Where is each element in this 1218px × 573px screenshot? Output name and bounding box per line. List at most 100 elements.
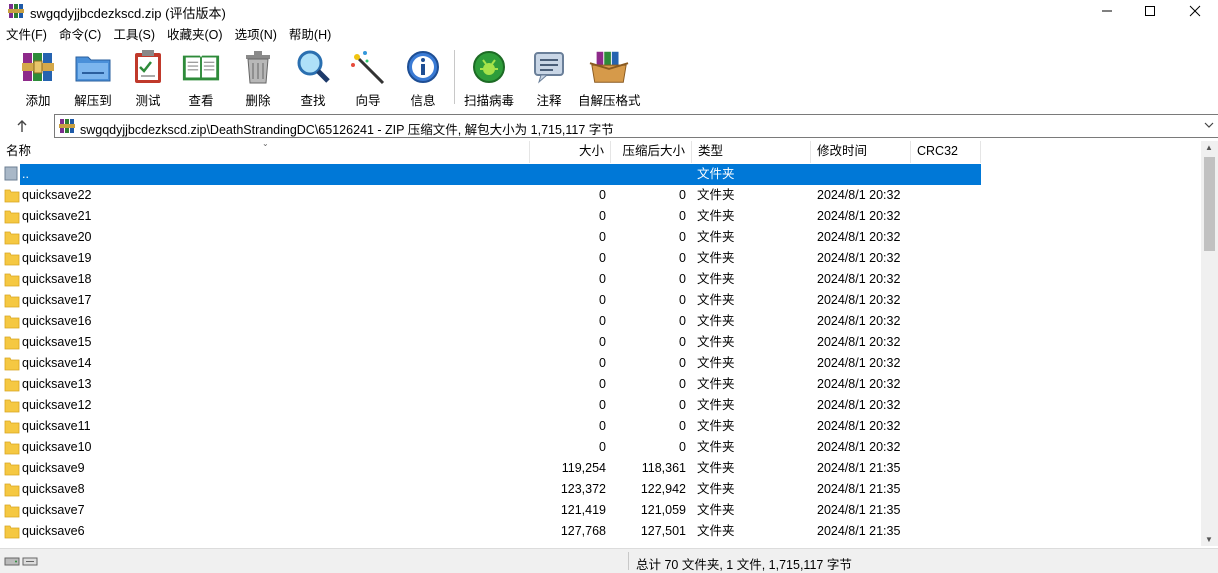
status-text: 总计 70 文件夹, 1 文件, 1,715,117 字节	[636, 558, 852, 572]
row-size: 0	[599, 419, 606, 433]
folder-icon	[4, 189, 20, 203]
row-size: 0	[599, 272, 606, 286]
chevron-down-icon[interactable]	[1204, 120, 1214, 130]
folder-icon	[4, 273, 20, 287]
row-type: 文件夹	[697, 230, 735, 244]
extract-to-button[interactable]: 解压到	[73, 48, 113, 109]
folder-icon	[4, 252, 20, 266]
test-button[interactable]: 测试	[128, 48, 168, 109]
minimize-icon	[1102, 10, 1112, 12]
status-bar: 总计 70 文件夹, 1 文件, 1,715,117 字节	[0, 548, 1218, 573]
row-name: quicksave11	[22, 419, 91, 433]
row-type: 文件夹	[697, 209, 735, 223]
vertical-scrollbar[interactable]: ▲ ▼	[1201, 141, 1218, 546]
row-packed: 0	[679, 419, 686, 433]
add-button[interactable]: 添加	[18, 48, 58, 109]
window-title: swgqdyjjbcdezkscd.zip (评估版本)	[30, 6, 226, 21]
row-name: quicksave13	[22, 377, 92, 391]
toolbar-separator	[454, 50, 455, 104]
virus-scan-icon	[473, 51, 505, 83]
table-row[interactable]: quicksave14 0 0 文件夹 2024/8/1 20:32	[0, 353, 981, 374]
table-row[interactable]: quicksave17 0 0 文件夹 2024/8/1 20:32	[0, 290, 981, 311]
table-row[interactable]: quicksave22 0 0 文件夹 2024/8/1 20:32	[0, 185, 981, 206]
menu-favorites[interactable]: 收藏夹(O)	[161, 25, 229, 45]
close-icon	[1189, 5, 1201, 17]
menu-options[interactable]: 选项(N)	[229, 25, 283, 45]
row-mtime: 2024/8/1 20:32	[817, 356, 901, 370]
folder-icon	[4, 483, 20, 497]
table-row[interactable]: quicksave13 0 0 文件夹 2024/8/1 20:32	[0, 374, 981, 395]
table-row[interactable]: quicksave12 0 0 文件夹 2024/8/1 20:32	[0, 395, 981, 416]
maximize-button[interactable]	[1127, 0, 1173, 22]
wizard-button[interactable]: 向导	[348, 48, 388, 109]
row-packed: 0	[679, 440, 686, 454]
table-row[interactable]: quicksave11 0 0 文件夹 2024/8/1 20:32	[0, 416, 981, 437]
row-mtime: 2024/8/1 20:32	[817, 251, 901, 265]
table-row[interactable]: quicksave8 123,372 122,942 文件夹 2024/8/1 21:3…	[0, 479, 981, 500]
sfx-button[interactable]: 自解压格式	[578, 48, 641, 109]
column-type[interactable]: 类型	[692, 141, 811, 163]
row-packed: 122,942	[640, 482, 686, 496]
find-button[interactable]: 查找	[293, 48, 333, 109]
row-packed: 0	[679, 251, 686, 265]
path-field[interactable]: swgqdyjjbcdezkscd.zip\DeathStrandingDC\6…	[54, 114, 1218, 138]
menu-help[interactable]: 帮助(H)	[283, 25, 337, 45]
up-folder-button[interactable]	[8, 116, 36, 136]
folder-icon	[4, 357, 20, 371]
row-mtime: 2024/8/1 20:32	[817, 398, 901, 412]
view-button[interactable]: 查看	[181, 48, 221, 109]
row-name: quicksave20	[22, 230, 92, 244]
row-packed: 0	[679, 209, 686, 223]
key-icon[interactable]	[22, 554, 38, 568]
table-row[interactable]: quicksave19 0 0 文件夹 2024/8/1 20:32	[0, 248, 981, 269]
menu-tools[interactable]: 工具(S)	[107, 25, 161, 45]
parent-row[interactable]: .. 文件夹	[20, 164, 981, 185]
menu-commands[interactable]: 命令(C)	[53, 25, 107, 45]
row-size: 0	[599, 398, 606, 412]
sfx-box-icon	[589, 51, 629, 83]
row-mtime: 2024/8/1 20:32	[817, 440, 901, 454]
table-row[interactable]: quicksave18 0 0 文件夹 2024/8/1 20:32	[0, 269, 981, 290]
row-size: 121,419	[560, 503, 606, 517]
table-row[interactable]: quicksave16 0 0 文件夹 2024/8/1 20:32	[0, 311, 981, 332]
row-mtime: 2024/8/1 21:35	[817, 461, 901, 475]
table-row[interactable]: quicksave15 0 0 文件夹 2024/8/1 20:32	[0, 332, 981, 353]
scroll-down-icon[interactable]: ▼	[1205, 535, 1213, 544]
scan-virus-button[interactable]: 扫描病毒	[464, 48, 514, 109]
scroll-thumb[interactable]	[1204, 157, 1215, 251]
table-row[interactable]: quicksave6 127,768 127,501 文件夹 2024/8/1 21:3…	[0, 521, 981, 542]
row-mtime: 2024/8/1 20:32	[817, 293, 901, 307]
folder-icon	[4, 336, 20, 350]
row-name: quicksave17	[22, 293, 92, 307]
disk-icon[interactable]	[4, 554, 20, 568]
folder-icon	[4, 441, 20, 455]
maximize-icon	[1145, 6, 1155, 16]
column-packed[interactable]: 压缩后大小	[611, 141, 692, 163]
menu-file[interactable]: 文件(F)	[0, 25, 53, 45]
row-size: 0	[599, 230, 606, 244]
add-archive-icon	[22, 53, 54, 81]
row-type: 文件夹	[697, 482, 735, 496]
column-mtime[interactable]: 修改时间	[811, 141, 911, 163]
table-row[interactable]: quicksave9 119,254 118,361 文件夹 2024/8/1 21:3…	[0, 458, 981, 479]
row-mtime: 2024/8/1 20:32	[817, 209, 901, 223]
row-name: quicksave16	[22, 314, 92, 328]
comment-button[interactable]: 注释	[529, 48, 569, 109]
row-mtime: 2024/8/1 20:32	[817, 188, 901, 202]
close-button[interactable]	[1172, 0, 1218, 22]
folder-icon	[4, 420, 20, 434]
row-type: 文件夹	[697, 335, 735, 349]
scroll-up-icon[interactable]: ▲	[1205, 143, 1213, 152]
table-row[interactable]: quicksave21 0 0 文件夹 2024/8/1 20:32	[0, 206, 981, 227]
column-size[interactable]: 大小	[530, 141, 611, 163]
minimize-button[interactable]	[1084, 0, 1130, 22]
column-crc[interactable]: CRC32	[911, 141, 981, 163]
row-name: quicksave12	[22, 398, 92, 412]
zip-file-icon	[59, 119, 75, 133]
delete-button[interactable]: 删除	[238, 48, 278, 109]
table-row[interactable]: quicksave20 0 0 文件夹 2024/8/1 20:32	[0, 227, 981, 248]
row-packed: 0	[679, 314, 686, 328]
table-row[interactable]: quicksave7 121,419 121,059 文件夹 2024/8/1 21:3…	[0, 500, 981, 521]
info-button[interactable]: 信息	[403, 48, 443, 109]
table-row[interactable]: quicksave10 0 0 文件夹 2024/8/1 20:32	[0, 437, 981, 458]
